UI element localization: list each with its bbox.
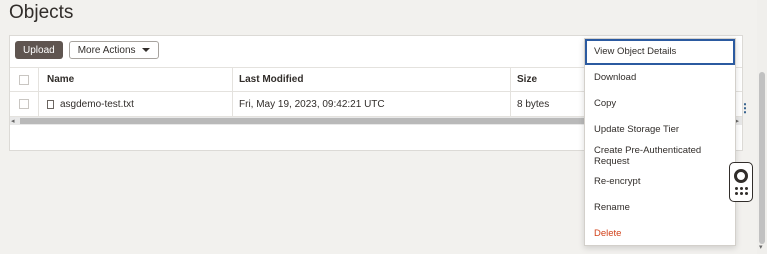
page-title: Objects — [9, 2, 74, 23]
menu-item-update-storage-tier[interactable]: Update Storage Tier — [585, 117, 735, 143]
row-checkbox[interactable] — [19, 99, 29, 109]
help-widget[interactable] — [729, 162, 753, 202]
caret-down-icon — [141, 48, 150, 52]
column-header-name[interactable]: Name — [38, 68, 232, 91]
scroll-down-icon[interactable]: ▾ — [759, 243, 763, 251]
toolbar: Upload More Actions — [15, 41, 159, 59]
vertical-scrollbar[interactable]: ▾ — [757, 0, 767, 254]
column-header-last-modified[interactable]: Last Modified — [232, 68, 510, 91]
menu-item-download[interactable]: Download — [585, 65, 735, 91]
object-name-link[interactable]: asgdemo-test.txt — [60, 99, 134, 110]
menu-item-copy[interactable]: Copy — [585, 91, 735, 117]
menu-item-delete[interactable]: Delete — [585, 220, 735, 246]
select-all-checkbox[interactable] — [19, 74, 29, 85]
vertical-scrollbar-thumb[interactable] — [759, 72, 765, 244]
row-actions-menu: View Object Details Download Copy Update… — [584, 38, 736, 246]
more-actions-button[interactable]: More Actions — [68, 41, 159, 59]
last-modified-cell: Fri, May 19, 2023, 09:42:21 UTC — [232, 92, 510, 116]
scroll-left-icon[interactable]: ◂ — [11, 117, 15, 125]
lifebuoy-icon — [734, 169, 748, 183]
menu-item-create-par[interactable]: Create Pre-Authenticated Request — [585, 143, 735, 169]
menu-item-re-encrypt[interactable]: Re-encrypt — [585, 168, 735, 194]
more-actions-label: More Actions — [77, 44, 136, 56]
file-icon — [47, 99, 54, 109]
kebab-menu-icon[interactable]: ⋮ — [739, 101, 751, 115]
scroll-right-icon[interactable]: ▸ — [735, 117, 739, 125]
menu-item-view-object-details[interactable]: View Object Details — [585, 39, 735, 65]
upload-button[interactable]: Upload — [15, 41, 63, 59]
grid-dots-icon — [734, 187, 748, 195]
menu-item-rename[interactable]: Rename — [585, 194, 735, 220]
